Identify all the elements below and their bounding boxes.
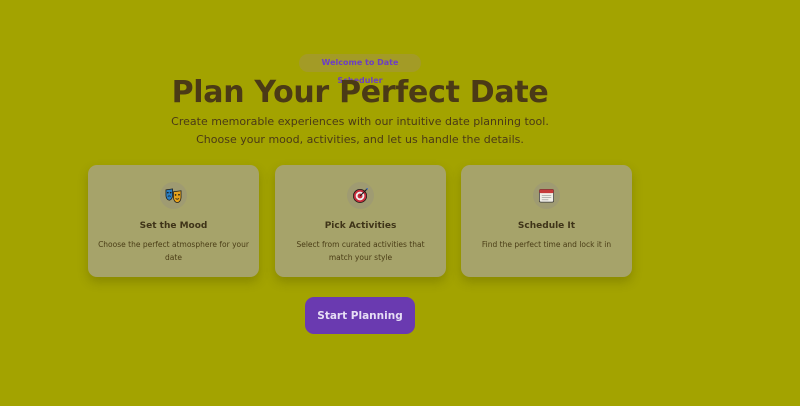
start-planning-button[interactable]: Start Planning xyxy=(305,297,415,334)
page-title: Plan Your Perfect Date xyxy=(171,75,549,110)
feature-card-set-the-mood: Set the Mood Choose the perfect atmosphe… xyxy=(88,165,259,277)
calendar-icon xyxy=(533,182,560,209)
feature-title: Schedule It xyxy=(517,221,576,231)
target-icon xyxy=(347,182,374,209)
landing-page: Welcome to Date Scheduler Plan Your Perf… xyxy=(0,0,800,406)
feature-card-schedule-it: Schedule It Find the perfect time and lo… xyxy=(461,165,632,277)
feature-title: Pick Activities xyxy=(324,221,397,231)
feature-card-pick-activities: Pick Activities Select from curated acti… xyxy=(275,165,446,277)
feature-description: Select from curated activities that matc… xyxy=(296,240,425,262)
feature-description: Choose the perfect atmosphere for your d… xyxy=(98,240,249,262)
welcome-badge: Welcome to Date Scheduler xyxy=(299,54,421,85)
page-subtitle: Create memorable experiences with our in… xyxy=(171,115,549,146)
feature-title: Set the Mood xyxy=(139,221,208,231)
theater-masks-icon xyxy=(160,182,187,209)
feature-description: Find the perfect time and lock it in xyxy=(481,240,612,249)
